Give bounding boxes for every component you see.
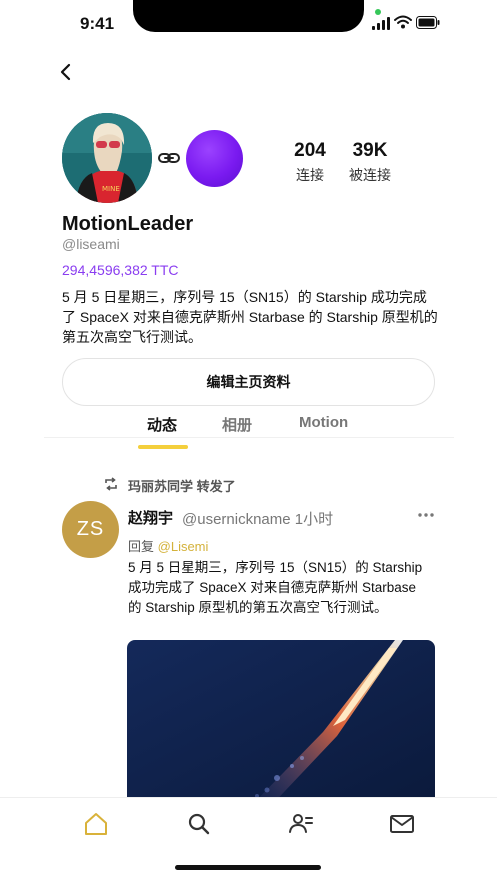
svg-text:MINE: MINE [102,185,120,193]
post-image[interactable] [127,640,435,800]
linked-avatar[interactable] [186,130,243,187]
profile-bio: 5 月 5 日星期三，序列号 15（SN15）的 Starship 成功完成了 … [62,289,438,345]
edit-profile-button[interactable]: 编辑主页资料 [62,358,435,406]
reply-mention-link[interactable]: @Lisemi [158,539,209,554]
tab-feed[interactable]: 动态 [147,414,177,435]
status-time: 9:41 [80,14,115,33]
chevron-left-icon[interactable] [56,60,78,84]
device-notch [133,0,364,32]
bottom-nav [0,797,497,883]
reply-prefix: 回复 [128,539,155,554]
repost-icon [105,477,117,491]
link-icon [158,153,180,163]
camera-indicator-icon [375,9,381,15]
user-handle: @liseami [62,236,120,252]
stat-followers-value: 39K [352,140,388,161]
status-bar: 9:41 [0,0,497,44]
tabs-divider [44,437,454,438]
post-author-avatar[interactable]: ZS [62,501,119,558]
stat-connections[interactable]: 204 连接 [286,140,334,185]
post-text: 5 月 5 日星期三，序列号 15（SN15）的 Starship 成功完成了 … [128,560,423,615]
display-name: MotionLeader [62,213,194,235]
stat-followers-label: 被连接 [349,167,391,183]
post-author-name[interactable]: 赵翔宇 [128,507,173,528]
token-balance: 294,4596,382 TTC [62,262,179,278]
tab-album[interactable]: 相册 [222,414,252,435]
repost-label: 玛丽苏同学 转发了 [128,479,236,494]
stat-connections-value: 204 [294,140,326,161]
home-icon[interactable] [82,810,110,838]
search-icon[interactable] [185,810,213,838]
people-icon[interactable] [287,810,315,838]
reply-line: 回复 @Lisemi [128,536,208,555]
wifi-icon [394,15,412,29]
tab-motion[interactable]: Motion [299,414,348,431]
stat-followers[interactable]: 39K 被连接 [344,140,396,185]
post-meta: @usernickname 1小时 [182,511,334,528]
battery-icon [416,16,440,29]
home-indicator [175,865,321,870]
profile-avatar[interactable]: MINE [62,113,152,203]
stat-connections-label: 连接 [296,167,324,183]
more-dots-icon[interactable] [416,508,436,522]
mail-icon[interactable] [388,810,416,838]
profile-tabs: 动态 相册 Motion [44,414,454,438]
active-tab-indicator [138,445,188,449]
signal-icon [372,17,390,30]
